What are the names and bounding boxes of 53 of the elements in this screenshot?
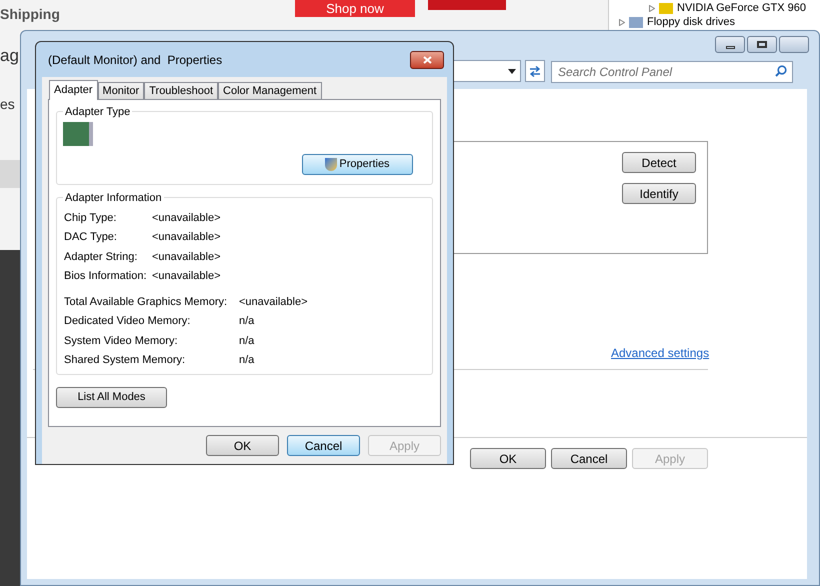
- page-text: es: [0, 95, 15, 114]
- dialog-button[interactable]: Cancel: [287, 435, 360, 456]
- info-value: <unavailable>: [152, 269, 221, 284]
- memory-value: n/a: [239, 314, 254, 329]
- dialog-button[interactable]: OK: [206, 435, 279, 456]
- tab[interactable]: Troubleshoot: [144, 82, 218, 99]
- dialog-button[interactable]: Cancel: [551, 448, 627, 469]
- detect-button[interactable]: Detect: [622, 152, 696, 173]
- expand-arrow-icon[interactable]: [619, 19, 625, 26]
- info-value: <unavailable>: [152, 230, 221, 245]
- identify-button[interactable]: Identify: [622, 183, 696, 204]
- tab[interactable]: Color Management: [218, 82, 322, 99]
- shop-banner[interactable]: Shop now: [295, 0, 415, 17]
- page-band: [0, 160, 20, 188]
- page-text: ag: [0, 46, 19, 66]
- tab[interactable]: Adapter: [49, 80, 98, 100]
- expand-arrow-icon[interactable]: [649, 4, 655, 12]
- dropdown-caret-icon[interactable]: [508, 68, 516, 74]
- adapter-card-icon: [63, 122, 93, 146]
- memory-value: <unavailable>: [239, 294, 308, 310]
- info-label: DAC Type:: [64, 230, 118, 245]
- memory-value: n/a: [239, 353, 254, 368]
- info-value: <unavailable>: [152, 210, 221, 226]
- info-label: Chip Type:: [64, 210, 118, 226]
- dialog-button[interactable]: OK: [470, 448, 546, 469]
- info-label: Adapter String:: [64, 250, 138, 264]
- tree-item[interactable]: NVIDIA GeForce GTX 960: [677, 2, 806, 15]
- info-label: Bios Information:: [64, 269, 148, 284]
- properties-button[interactable]: Properties: [302, 154, 413, 175]
- shield-icon: [325, 158, 338, 171]
- refresh-arrows-icon: [529, 66, 541, 76]
- warning-device-icon: [659, 2, 673, 14]
- memory-label: System Video Memory:: [64, 334, 179, 348]
- maximize-icon[interactable]: [747, 36, 777, 53]
- memory-value: n/a: [239, 334, 254, 348]
- info-value: <unavailable>: [152, 250, 221, 264]
- tree-item[interactable]: Floppy disk drives: [647, 16, 736, 30]
- minimize-icon[interactable]: [715, 36, 745, 53]
- page-heading: Shipping: [0, 5, 60, 24]
- close-button[interactable]: [410, 50, 444, 68]
- tab[interactable]: Monitor: [98, 82, 144, 99]
- memory-label: Total Available Graphics Memory:: [64, 294, 228, 310]
- list-all-modes-button[interactable]: List All Modes: [56, 387, 167, 408]
- group-heading: Adapter Information: [63, 190, 164, 206]
- memory-label: Dedicated Video Memory:: [64, 314, 192, 329]
- group-heading: Adapter Type: [63, 104, 132, 120]
- advanced-settings-link[interactable]: Advanced settings: [611, 344, 710, 362]
- dialog-title: (Default Monitor) and Properties: [48, 52, 222, 68]
- refresh-button[interactable]: [525, 60, 545, 82]
- search-icon[interactable]: [775, 65, 787, 77]
- drive-icon: [629, 17, 643, 28]
- search-field[interactable]: Search Control Panel: [551, 61, 793, 83]
- memory-label: Shared System Memory:: [64, 353, 186, 368]
